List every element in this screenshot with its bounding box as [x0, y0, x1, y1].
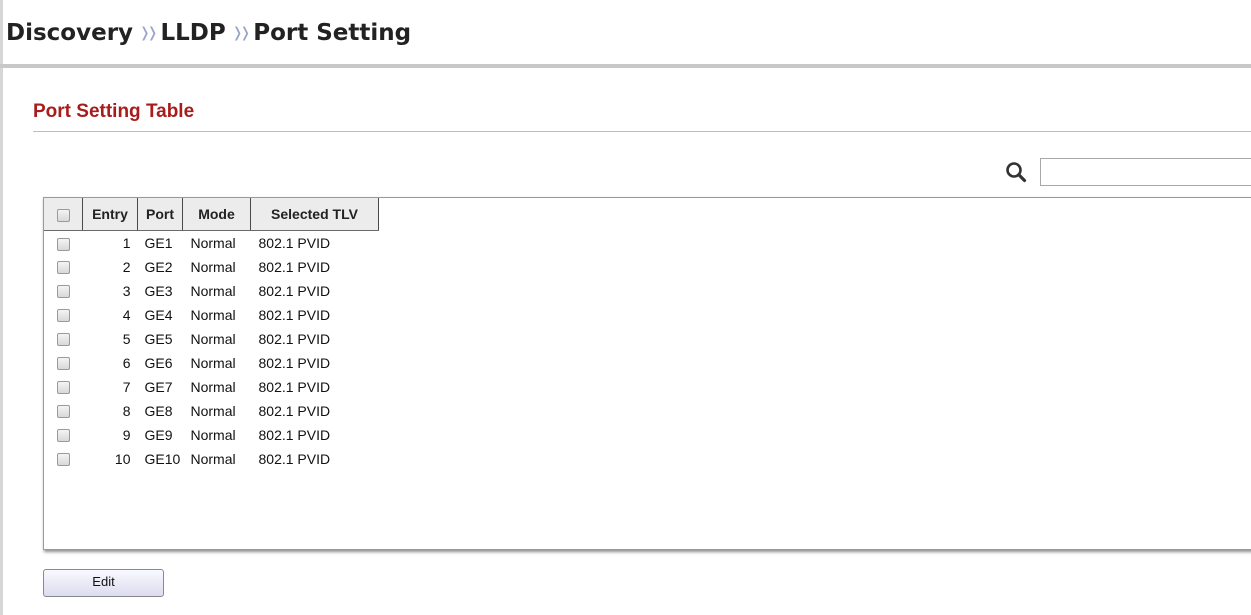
search-input[interactable] — [1040, 158, 1251, 186]
cell-mode: Normal — [190, 330, 236, 347]
row-select-cell — [44, 423, 83, 447]
column-header-selected-tlv[interactable]: Selected TLV — [250, 198, 379, 231]
cell-entry: 3 — [122, 282, 131, 299]
row-checkbox[interactable] — [56, 381, 70, 395]
cell-port: GE4 — [144, 306, 173, 323]
cell-port: GE10 — [144, 450, 181, 467]
row-select-cell — [44, 351, 83, 375]
page-header: Discovery ❭❭ LLDP ❭❭ Port Setting — [0, 0, 1251, 68]
section-divider — [33, 131, 1251, 132]
section-title: Port Setting Table — [33, 101, 195, 122]
table-row[interactable]: 10 GE10 Normal 802.1 PVID — [44, 447, 379, 471]
breadcrumb-discovery[interactable]: Discovery — [6, 20, 133, 46]
cell-mode: Normal — [190, 306, 236, 323]
breadcrumb-separator-icon: ❭❭ — [139, 25, 159, 41]
search-icon[interactable] — [1005, 161, 1027, 183]
row-checkbox[interactable] — [56, 405, 70, 419]
row-select-cell — [44, 399, 83, 423]
cell-selected-tlv: 802.1 PVID — [258, 330, 331, 347]
cell-mode: Normal — [190, 378, 236, 395]
cell-selected-tlv: 802.1 PVID — [258, 426, 331, 443]
cell-port: GE8 — [144, 402, 173, 419]
breadcrumb-lldp[interactable]: LLDP — [161, 20, 226, 46]
row-select-cell — [44, 231, 83, 255]
cell-selected-tlv: 802.1 PVID — [258, 306, 331, 323]
table-header-row: Entry Port Mode Selected TLV — [44, 198, 379, 231]
cell-selected-tlv: 802.1 PVID — [258, 378, 331, 395]
breadcrumb: Discovery ❭❭ LLDP ❭❭ Port Setting — [6, 20, 411, 46]
row-select-cell — [44, 303, 83, 327]
cell-entry: 9 — [122, 426, 131, 443]
cell-entry: 2 — [122, 258, 131, 275]
cell-selected-tlv: 802.1 PVID — [258, 402, 331, 419]
breadcrumb-port-setting: Port Setting — [253, 20, 412, 46]
table-row[interactable]: 1 GE1 Normal 802.1 PVID — [44, 231, 379, 255]
cell-selected-tlv: 802.1 PVID — [258, 258, 331, 275]
row-checkbox[interactable] — [56, 309, 70, 323]
cell-port: GE9 — [144, 426, 173, 443]
row-select-cell — [44, 447, 83, 471]
cell-port: GE5 — [144, 330, 173, 347]
cell-mode: Normal — [190, 450, 236, 467]
cell-port: GE2 — [144, 258, 173, 275]
row-select-cell — [44, 327, 83, 351]
cell-selected-tlv: 802.1 PVID — [258, 282, 331, 299]
cell-mode: Normal — [190, 354, 236, 371]
cell-port: GE6 — [144, 354, 173, 371]
cell-mode: Normal — [190, 234, 236, 251]
select-all-cell — [44, 198, 83, 231]
table-row[interactable]: 6 GE6 Normal 802.1 PVID — [44, 351, 379, 375]
cell-entry: 7 — [122, 378, 131, 395]
cell-entry: 8 — [122, 402, 131, 419]
cell-entry: 6 — [122, 354, 131, 371]
cell-port: GE3 — [144, 282, 173, 299]
cell-mode: Normal — [190, 258, 236, 275]
row-checkbox[interactable] — [56, 333, 70, 347]
cell-port: GE7 — [144, 378, 173, 395]
table-row[interactable]: 5 GE5 Normal 802.1 PVID — [44, 327, 379, 351]
cell-entry: 4 — [122, 306, 131, 323]
row-checkbox[interactable] — [56, 357, 70, 371]
cell-mode: Normal — [190, 426, 236, 443]
edit-button[interactable]: Edit — [43, 569, 164, 597]
table-row[interactable]: 9 GE9 Normal 802.1 PVID — [44, 423, 379, 447]
row-select-cell — [44, 255, 83, 279]
cell-selected-tlv: 802.1 PVID — [258, 354, 331, 371]
column-header-entry[interactable]: Entry — [82, 198, 138, 231]
row-checkbox[interactable] — [56, 237, 70, 251]
cell-entry: 5 — [122, 330, 131, 347]
table-row[interactable]: 7 GE7 Normal 802.1 PVID — [44, 375, 379, 399]
cell-entry: 1 — [122, 234, 131, 251]
column-header-mode[interactable]: Mode — [182, 198, 251, 231]
cell-entry: 10 — [114, 450, 131, 467]
table-row[interactable]: 8 GE8 Normal 802.1 PVID — [44, 399, 379, 423]
row-checkbox[interactable] — [56, 261, 70, 275]
cell-selected-tlv: 802.1 PVID — [258, 450, 331, 467]
row-select-cell — [44, 279, 83, 303]
cell-selected-tlv: 802.1 PVID — [258, 234, 331, 251]
row-checkbox[interactable] — [56, 429, 70, 443]
breadcrumb-separator-icon: ❭❭ — [231, 25, 252, 41]
table-row[interactable]: 3 GE3 Normal 802.1 PVID — [44, 279, 379, 303]
row-checkbox[interactable] — [56, 453, 70, 467]
row-checkbox[interactable] — [56, 285, 70, 299]
cell-port: GE1 — [144, 234, 173, 251]
left-border — [0, 0, 3, 615]
table-row[interactable]: 4 GE4 Normal 802.1 PVID — [44, 303, 379, 327]
row-select-cell — [44, 375, 83, 399]
column-header-port[interactable]: Port — [137, 198, 183, 231]
cell-mode: Normal — [190, 282, 236, 299]
port-setting-table: Entry Port Mode Selected TLV 1 GE1 Normal 8… — [43, 197, 1251, 550]
select-all-checkbox[interactable] — [56, 208, 70, 222]
table-row[interactable]: 2 GE2 Normal 802.1 PVID — [44, 255, 379, 279]
cell-mode: Normal — [190, 402, 236, 419]
